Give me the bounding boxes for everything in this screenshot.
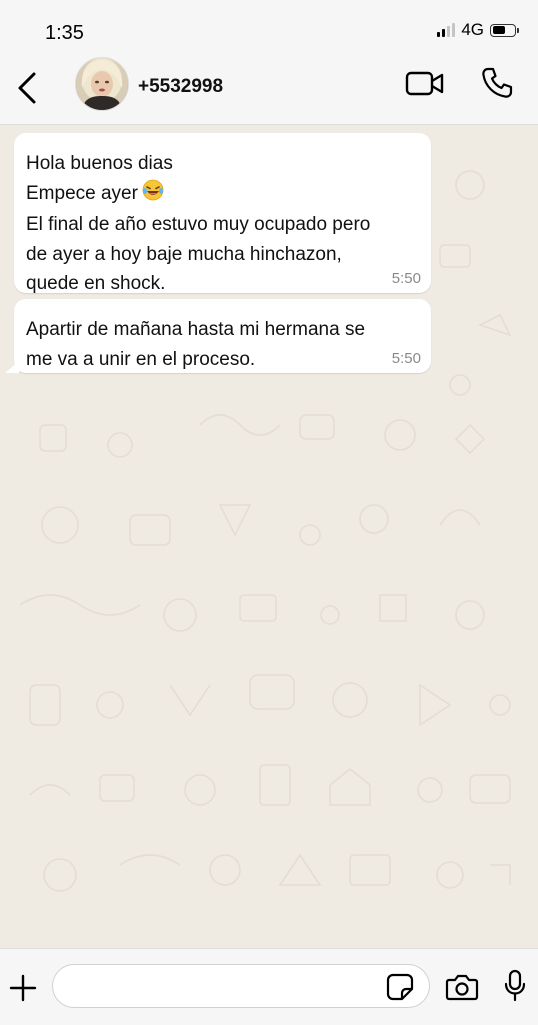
laughing-tears-emoji-icon: [142, 179, 164, 211]
status-indicators: 4G: [437, 20, 519, 40]
message-time: 5:50: [391, 350, 421, 367]
phone-icon: [482, 67, 513, 98]
message-text: Hola buenos dias Empece ayer El final de…: [26, 153, 371, 294]
avatar[interactable]: [75, 57, 129, 111]
camera-icon: [445, 974, 479, 1001]
video-camera-icon: [405, 71, 444, 96]
voice-message-button[interactable]: [503, 969, 527, 1003]
camera-button[interactable]: [445, 973, 479, 1001]
back-button[interactable]: [12, 68, 42, 108]
sticker-icon: [386, 973, 414, 1001]
microphone-icon: [504, 969, 526, 1002]
voice-call-button[interactable]: [480, 66, 514, 100]
sticker-button[interactable]: [386, 973, 414, 1001]
message-bubble[interactable]: Hola buenos dias Empece ayer El final de…: [14, 133, 431, 294]
chevron-left-icon: [18, 72, 36, 104]
chat-header: +5532998: [0, 57, 538, 125]
input-bar: [0, 948, 538, 1025]
network-type: 4G: [461, 20, 484, 39]
status-time: 1:35: [45, 22, 84, 44]
video-call-button[interactable]: [405, 70, 445, 98]
message-text: Apartir de mañana hasta mi hermana se me…: [26, 319, 366, 370]
message-input[interactable]: [52, 964, 430, 1008]
message-time: 5:50: [391, 270, 421, 287]
message-bubble[interactable]: Apartir de mañana hasta mi hermana se me…: [14, 299, 431, 373]
battery-icon: [490, 23, 519, 37]
attach-button[interactable]: [8, 973, 38, 1003]
chat-area[interactable]: Hola buenos dias Empece ayer El final de…: [0, 125, 538, 948]
status-bar: 1:35 4G: [0, 0, 538, 60]
signal-icon: [437, 23, 456, 37]
plus-icon: [9, 974, 37, 1002]
contact-name[interactable]: +5532998: [138, 76, 223, 98]
